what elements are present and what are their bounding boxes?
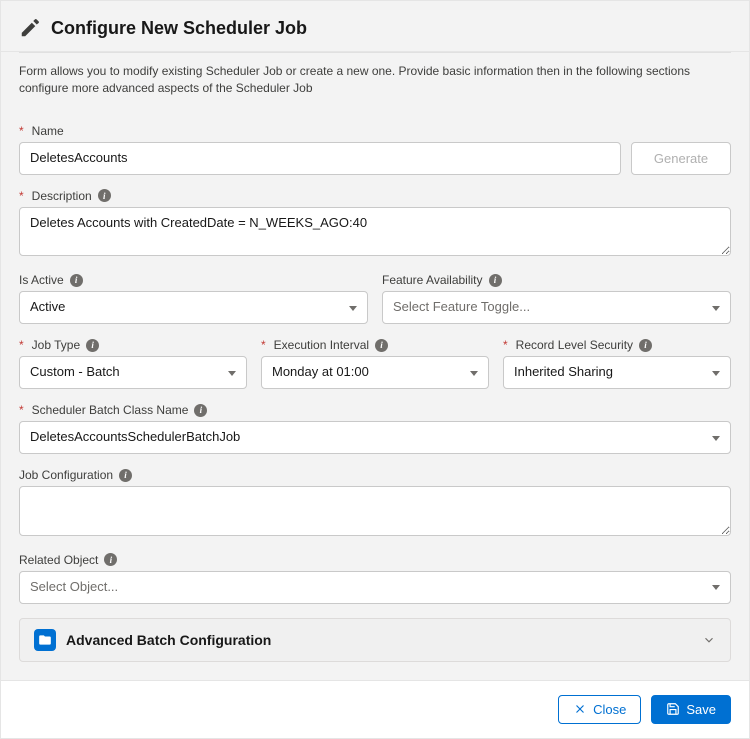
save-label: Save xyxy=(686,702,716,717)
execution-interval-select[interactable]: Monday at 01:00 xyxy=(261,356,489,389)
chevron-down-icon xyxy=(702,633,716,647)
save-icon xyxy=(666,702,680,716)
info-icon[interactable]: i xyxy=(375,339,388,352)
save-button[interactable]: Save xyxy=(651,695,731,724)
related-object-placeholder: Select Object... xyxy=(30,579,118,594)
info-icon[interactable]: i xyxy=(639,339,652,352)
modal-title: Configure New Scheduler Job xyxy=(51,18,307,39)
batch-class-value: DeletesAccountsSchedulerBatchJob xyxy=(30,429,240,444)
execution-interval-field: Execution Interval i Monday at 01:00 xyxy=(261,338,489,389)
intro-text: Form allows you to modify existing Sched… xyxy=(19,52,731,112)
related-object-select[interactable]: Select Object... xyxy=(19,571,731,604)
job-configuration-input[interactable] xyxy=(19,486,731,536)
close-icon xyxy=(573,702,587,716)
name-label: Name xyxy=(19,124,731,138)
description-label-text: Description xyxy=(32,189,92,203)
modal-body: Form allows you to modify existing Sched… xyxy=(1,52,749,680)
info-icon[interactable]: i xyxy=(194,404,207,417)
batch-class-label: Scheduler Batch Class Name i xyxy=(19,403,731,417)
feature-availability-label: Feature Availability i xyxy=(382,273,731,287)
advanced-batch-accordion[interactable]: Advanced Batch Configuration xyxy=(19,618,731,662)
batch-class-label-text: Scheduler Batch Class Name xyxy=(32,403,189,417)
job-type-select[interactable]: Custom - Batch xyxy=(19,356,247,389)
description-input[interactable]: Deletes Accounts with CreatedDate = N_WE… xyxy=(19,207,731,257)
info-icon[interactable]: i xyxy=(98,189,111,202)
modal-footer: Close Save xyxy=(1,680,749,738)
related-object-label: Related Object i xyxy=(19,553,731,567)
generate-button[interactable]: Generate xyxy=(631,142,731,175)
is-active-label-text: Is Active xyxy=(19,273,64,287)
info-icon[interactable]: i xyxy=(119,469,132,482)
record-level-security-field: Record Level Security i Inherited Sharin… xyxy=(503,338,731,389)
execution-interval-value: Monday at 01:00 xyxy=(272,364,369,379)
description-label: Description i xyxy=(19,189,731,203)
modal-header: Configure New Scheduler Job xyxy=(1,1,749,52)
execution-interval-label-text: Execution Interval xyxy=(274,338,369,352)
record-level-security-select[interactable]: Inherited Sharing xyxy=(503,356,731,389)
close-label: Close xyxy=(593,702,626,717)
info-icon[interactable]: i xyxy=(86,339,99,352)
name-input[interactable] xyxy=(19,142,621,175)
execution-interval-label: Execution Interval i xyxy=(261,338,489,352)
is-active-field: Is Active i Active xyxy=(19,273,368,324)
feature-availability-placeholder: Select Feature Toggle... xyxy=(393,299,530,314)
job-configuration-field: Job Configuration i xyxy=(19,468,731,539)
is-active-label: Is Active i xyxy=(19,273,368,287)
name-label-text: Name xyxy=(32,124,64,138)
job-type-label-text: Job Type xyxy=(32,338,80,352)
name-field: Name Generate xyxy=(19,124,731,175)
pencil-icon xyxy=(19,17,41,39)
close-button[interactable]: Close xyxy=(558,695,641,724)
job-type-label: Job Type i xyxy=(19,338,247,352)
related-object-label-text: Related Object xyxy=(19,553,98,567)
job-configuration-label-text: Job Configuration xyxy=(19,468,113,482)
feature-availability-select[interactable]: Select Feature Toggle... xyxy=(382,291,731,324)
feature-availability-label-text: Feature Availability xyxy=(382,273,483,287)
feature-availability-field: Feature Availability i Select Feature To… xyxy=(382,273,731,324)
record-level-security-label-text: Record Level Security xyxy=(516,338,633,352)
accordion-title: Advanced Batch Configuration xyxy=(66,632,692,648)
info-icon[interactable]: i xyxy=(104,553,117,566)
is-active-select[interactable]: Active xyxy=(19,291,368,324)
job-type-field: Job Type i Custom - Batch xyxy=(19,338,247,389)
folder-icon xyxy=(34,629,56,651)
info-icon[interactable]: i xyxy=(70,274,83,287)
record-level-security-label: Record Level Security i xyxy=(503,338,731,352)
description-field: Description i Deletes Accounts with Crea… xyxy=(19,189,731,260)
batch-class-select[interactable]: DeletesAccountsSchedulerBatchJob xyxy=(19,421,731,454)
scheduler-job-modal: Configure New Scheduler Job Form allows … xyxy=(0,0,750,739)
related-object-field: Related Object i Select Object... xyxy=(19,553,731,604)
is-active-value: Active xyxy=(30,299,65,314)
job-configuration-label: Job Configuration i xyxy=(19,468,731,482)
job-type-value: Custom - Batch xyxy=(30,364,120,379)
record-level-security-value: Inherited Sharing xyxy=(514,364,613,379)
batch-class-field: Scheduler Batch Class Name i DeletesAcco… xyxy=(19,403,731,454)
info-icon[interactable]: i xyxy=(489,274,502,287)
